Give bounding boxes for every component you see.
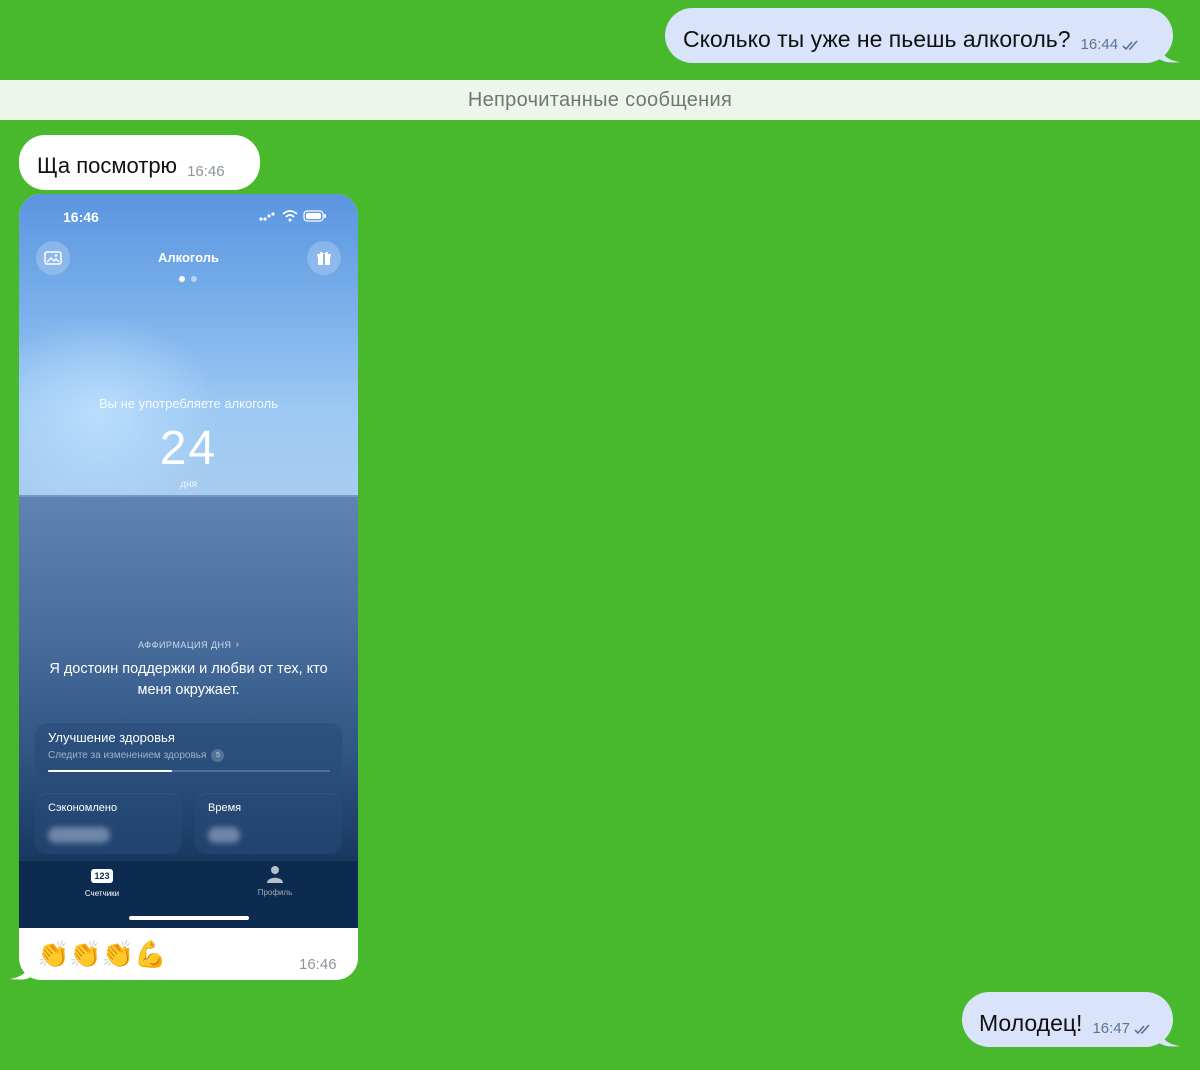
message-time: 16:46 xyxy=(299,956,337,973)
message-text: Молодец! xyxy=(979,1010,1083,1036)
streak-value: 24 xyxy=(159,422,218,475)
health-title: Улучшение здоровья xyxy=(48,730,175,745)
page-indicator[interactable] xyxy=(179,276,197,282)
saved-value-blurred xyxy=(48,827,110,843)
message-time: 16:44 xyxy=(1080,36,1119,53)
double-check-icon xyxy=(1122,39,1138,50)
streak-label: Вы не употребляете алкоголь xyxy=(99,396,278,411)
bubble-tail xyxy=(10,960,32,980)
tab-counters[interactable]: 123 Счетчики xyxy=(74,867,130,898)
status-icons xyxy=(259,210,327,222)
outgoing-message[interactable]: Сколько ты уже не пьешь алкоголь? 16:44 xyxy=(665,8,1181,63)
time-label: Время xyxy=(208,802,242,814)
home-indicator xyxy=(129,916,249,920)
message-meta: 16:47 xyxy=(1092,1020,1152,1037)
streak-unit: дня xyxy=(180,479,197,490)
unread-divider: Непрочитанные сообщения xyxy=(0,80,1200,120)
bubble-tail xyxy=(1159,45,1181,63)
affirmation-header[interactable]: АФФИРМАЦИЯ ДНЯ › xyxy=(19,639,358,650)
saved-card[interactable]: Сэкономлено xyxy=(35,793,182,854)
time-value-blurred xyxy=(208,827,240,843)
double-check-icon xyxy=(1134,1023,1150,1034)
health-subtitle-row: Следите за изменением здоровья 5 xyxy=(48,749,225,762)
affirmation-label: АФФИРМАЦИЯ ДНЯ xyxy=(138,639,232,650)
unread-label: Непрочитанные сообщения xyxy=(467,88,733,111)
tab-profile[interactable]: Профиль xyxy=(247,865,303,897)
message-meta: 16:44 xyxy=(1081,36,1141,53)
tab-bar: 123 Счетчики Профиль xyxy=(19,860,358,928)
saved-label: Сэкономлено xyxy=(48,802,118,814)
status-bar-time: 16:46 xyxy=(63,209,99,225)
gift-button[interactable] xyxy=(307,241,341,275)
message-time: 16:46 xyxy=(187,163,225,180)
app-screenshot-image[interactable]: 16:46 Алкоголь Вы не употребляете алкого… xyxy=(19,194,358,928)
time-card[interactable]: Время xyxy=(195,793,342,854)
health-progress-track xyxy=(48,770,330,772)
message-time: 16:47 xyxy=(1092,1020,1130,1037)
tab-counters-label: Счетчики xyxy=(84,889,120,898)
signal-icon xyxy=(259,212,275,221)
tab-profile-label: Профиль xyxy=(257,888,293,897)
person-icon xyxy=(267,866,283,883)
health-subtitle: Следите за изменением здоровья xyxy=(48,750,207,761)
chevron-right-icon: › xyxy=(235,639,239,650)
wifi-icon xyxy=(282,210,298,222)
media-caption: 👏👏👏💪 xyxy=(37,940,167,970)
outgoing-message[interactable]: Молодец! 16:47 xyxy=(962,992,1181,1047)
bubble-tail xyxy=(1159,1029,1181,1047)
page-dot-active xyxy=(179,276,185,282)
battery-icon xyxy=(303,210,326,222)
health-progress-fill xyxy=(48,770,173,772)
message-text: Ща посмотрю xyxy=(37,153,178,178)
affirmation-text: Я достоин поддержки и любви от тех, кто … xyxy=(49,661,328,698)
health-card[interactable]: Улучшение здоровья Следите за изменением… xyxy=(35,722,342,778)
page-dot xyxy=(191,276,197,282)
incoming-message[interactable]: Ща посмотрю 16:46 xyxy=(19,135,260,190)
health-badge: 5 xyxy=(211,749,225,762)
gift-icon xyxy=(317,251,331,265)
incoming-media-message[interactable]: 16:46 Алкоголь Вы не употребляете алкого… xyxy=(19,194,358,980)
message-text: Сколько ты уже не пьешь алкоголь? xyxy=(683,26,1071,52)
counters-icon: 123 xyxy=(91,869,113,883)
